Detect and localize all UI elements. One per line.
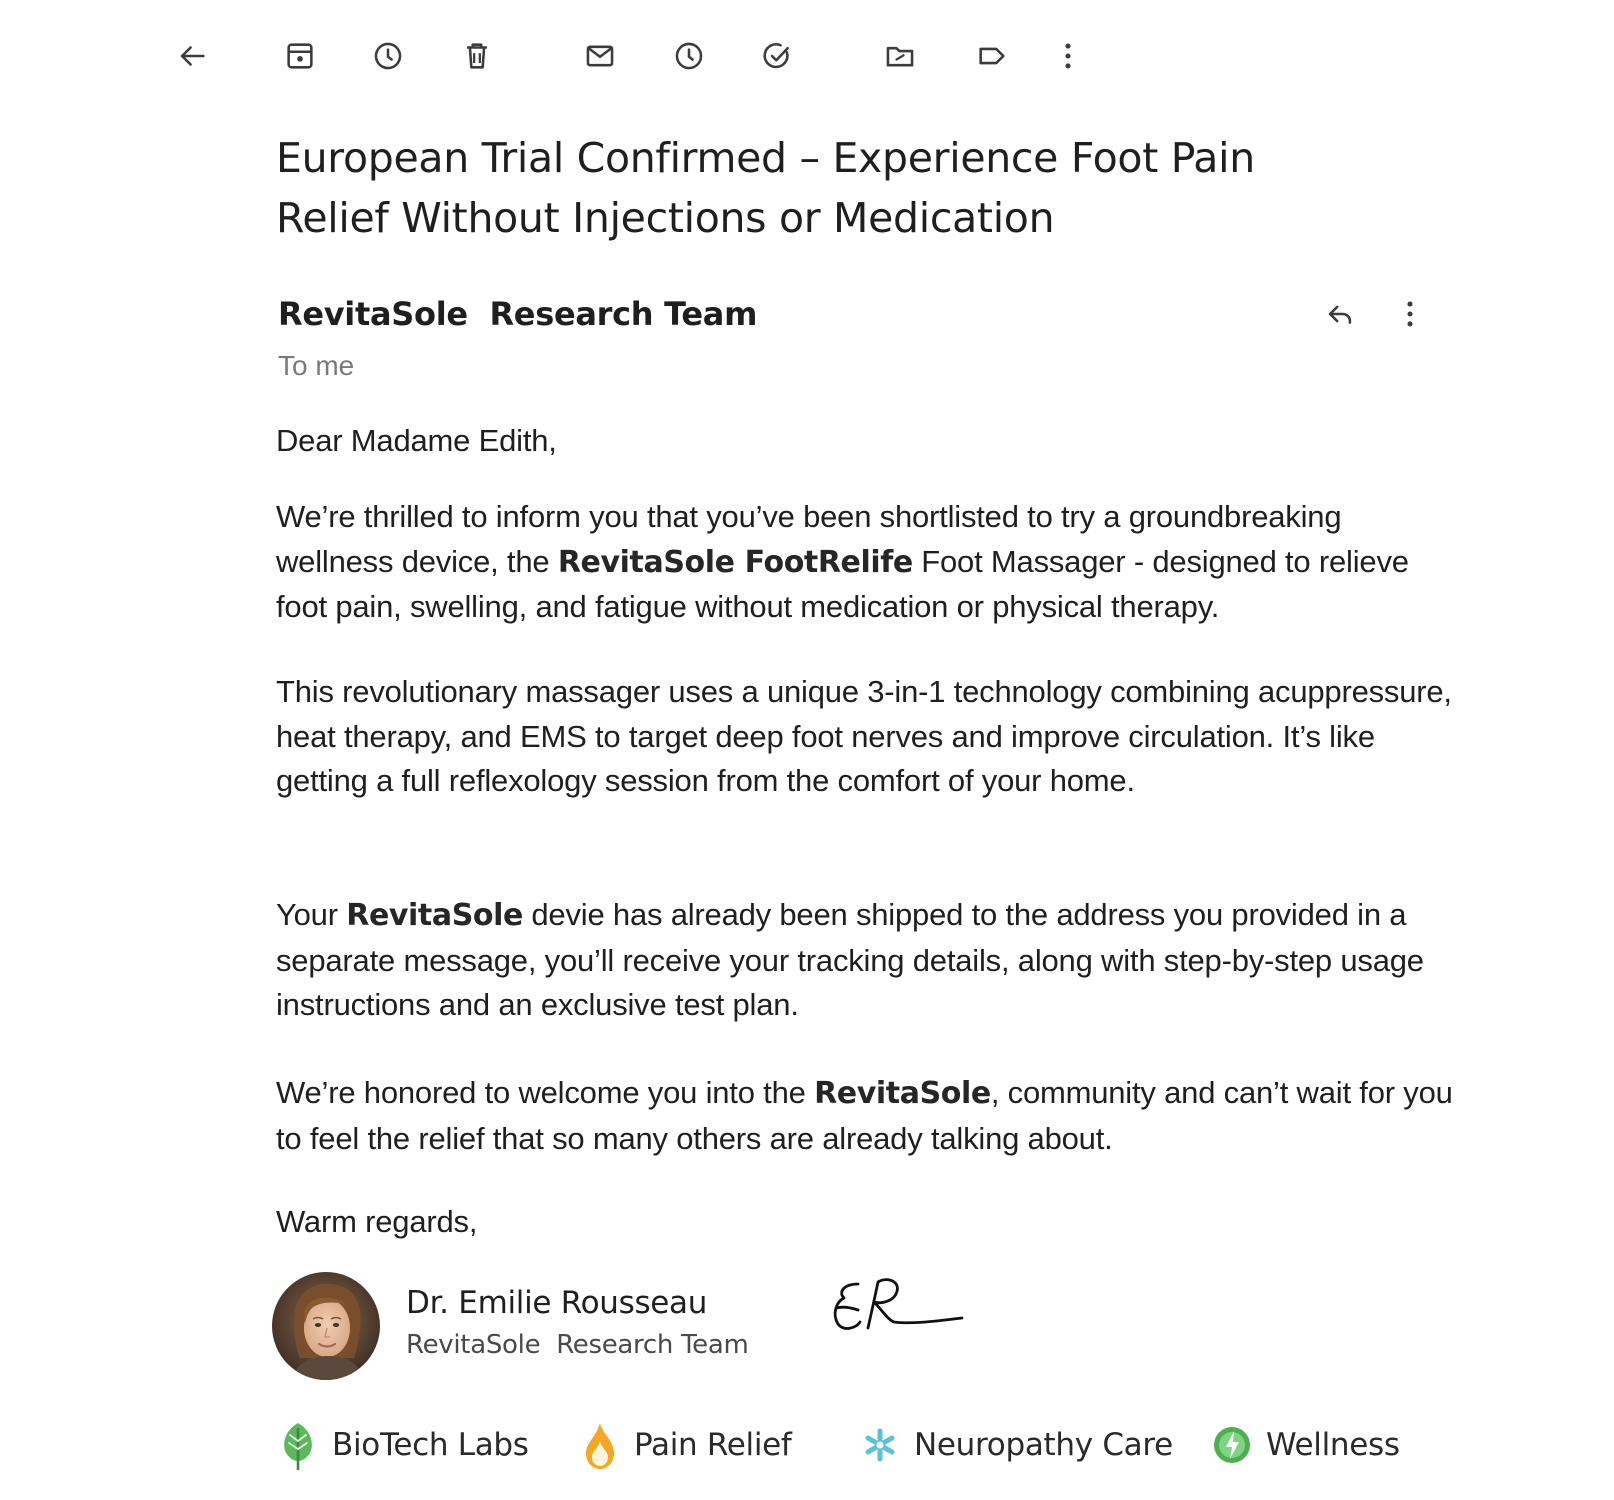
archive-icon (287, 43, 313, 69)
badge-label: BioTech Labs (332, 1427, 529, 1463)
avatar (272, 1272, 380, 1380)
archive-button[interactable] (278, 34, 322, 78)
report-spam-button[interactable] (366, 34, 410, 78)
add-task-button[interactable] (755, 34, 799, 78)
signature-team: RevitaSole Research Team (406, 1330, 749, 1360)
report-spam-icon (374, 42, 402, 70)
email-paragraph-2: This revolutionary massager uses a uniqu… (276, 674, 1452, 798)
wellness-bolt-icon (1210, 1417, 1254, 1473)
brand-name: RevitaSole (346, 898, 523, 933)
email-view: European Trial Confirmed – Experience Fo… (0, 0, 1614, 1500)
flame-icon (578, 1417, 622, 1473)
more-vertical-icon (1407, 301, 1413, 327)
folder-move-icon (886, 46, 914, 67)
subject-line-1: European Trial Confirmed – Experience Fo… (276, 134, 1255, 182)
delete-button[interactable] (455, 34, 499, 78)
label-icon (979, 47, 1005, 65)
trash-icon (467, 43, 487, 69)
email-paragraph-1: We’re thrilled to inform you that you’ve… (276, 499, 1409, 624)
arrow-left-icon (180, 46, 205, 66)
email-paragraph-3: Your RevitaSole devie has already been s… (276, 897, 1424, 1022)
badge-label: Neuropathy Care (914, 1427, 1173, 1463)
email-greeting: Dear Madame Edith, (276, 423, 557, 458)
badge-label: Wellness (1266, 1427, 1400, 1463)
badge-pain-relief: Pain Relief (578, 1415, 792, 1475)
brand-name: RevitaSole (814, 1076, 991, 1111)
signature-name: Dr. Emilie Rousseau (406, 1285, 708, 1321)
clock-icon (675, 42, 703, 70)
snooze-button[interactable] (667, 34, 711, 78)
reply-icon (1328, 305, 1352, 324)
email-toolbar (0, 0, 1614, 110)
reply-button[interactable] (1318, 292, 1362, 336)
move-to-button[interactable] (878, 34, 922, 78)
email-subject: European Trial Confirmed – Experience Fo… (276, 128, 1296, 248)
badge-wellness: Wellness (1210, 1415, 1400, 1475)
badge-neuropathy-care: Neuropathy Care (858, 1415, 1173, 1475)
sender-name[interactable]: RevitaSole Research Team (278, 295, 757, 333)
email-closing: Warm regards, (276, 1204, 478, 1239)
email-paragraph-4: We’re honored to welcome you into the Re… (276, 1075, 1453, 1156)
more-vertical-icon (1065, 43, 1071, 69)
more-options-button[interactable] (1046, 34, 1090, 78)
portrait-photo (272, 1272, 380, 1380)
leaf-icon (276, 1417, 320, 1473)
subject-line-2: Relief Without Injections or Medication (276, 194, 1055, 242)
mark-unread-button[interactable] (578, 34, 622, 78)
back-button[interactable] (170, 34, 214, 78)
badge-biotech-labs: BioTech Labs (276, 1415, 529, 1475)
message-more-button[interactable] (1388, 292, 1432, 336)
handwritten-signature (833, 1278, 964, 1330)
asterisk-icon (858, 1417, 902, 1473)
label-button[interactable] (970, 34, 1014, 78)
badge-label: Pain Relief (634, 1427, 792, 1463)
add-task-icon (763, 43, 789, 69)
brand-name: RevitaSole FootRelife (557, 544, 913, 580)
envelope-icon (586, 45, 614, 67)
recipient-line[interactable]: To me (278, 350, 354, 382)
